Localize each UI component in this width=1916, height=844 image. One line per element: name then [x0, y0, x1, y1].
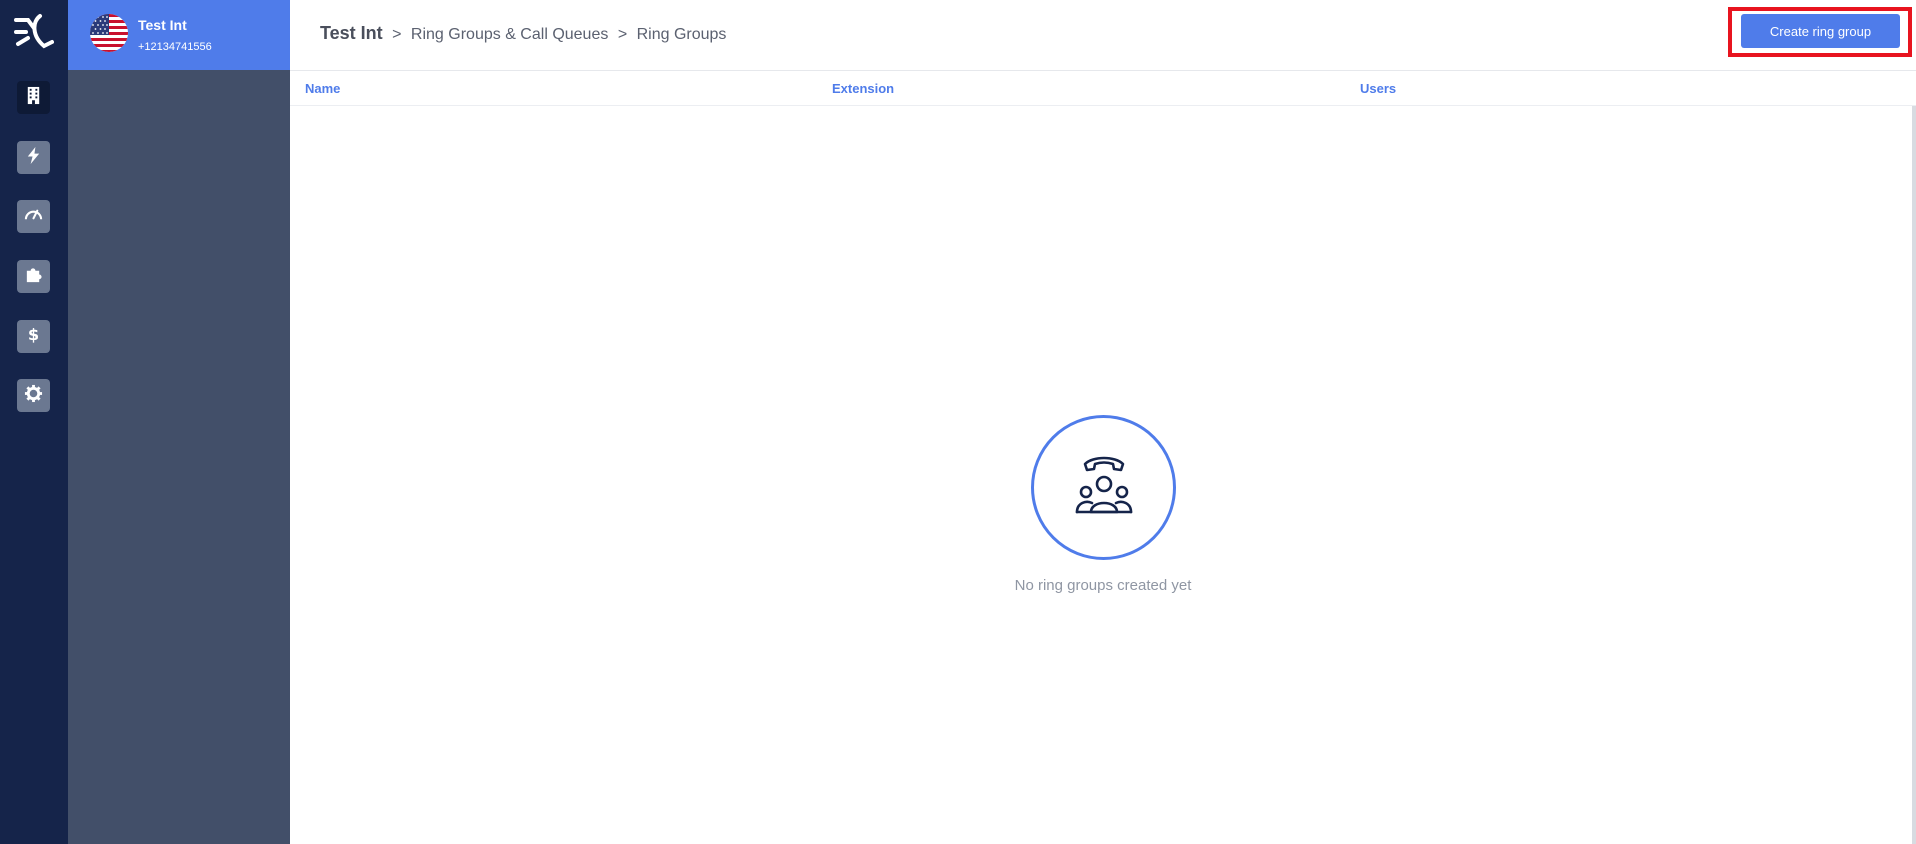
empty-state-illustration: [1031, 415, 1176, 560]
breadcrumb-separator: >: [392, 26, 402, 43]
nav-billing-button[interactable]: $: [17, 320, 50, 353]
account-selector[interactable]: Test Int +12134741556: [68, 0, 290, 70]
icon-rail: $: [0, 0, 68, 844]
breadcrumb-root[interactable]: Test Int: [320, 23, 383, 43]
breadcrumb-separator: >: [617, 26, 628, 43]
svg-text:$: $: [28, 325, 39, 344]
nav-puzzle-button[interactable]: [17, 260, 50, 293]
us-flag-icon: [90, 14, 128, 52]
page-header: Test Int > Ring Groups & Call Queues > R…: [290, 0, 1916, 71]
column-name[interactable]: Name: [305, 81, 340, 96]
nav-settings-button[interactable]: [17, 379, 50, 412]
puzzle-icon: [24, 265, 43, 289]
app-logo-icon[interactable]: [14, 12, 54, 52]
gear-icon: [24, 384, 43, 408]
scrollbar[interactable]: [1912, 106, 1916, 844]
account-panel: Test Int +12134741556: [68, 0, 290, 844]
column-extension[interactable]: Extension: [832, 81, 894, 96]
account-name: Test Int: [138, 17, 187, 33]
nav-gauge-button[interactable]: [17, 200, 50, 233]
account-phone: +12134741556: [138, 41, 212, 53]
gauge-icon: [24, 205, 43, 229]
nav-building-button[interactable]: [17, 81, 50, 114]
breadcrumb-current: Ring Groups: [636, 26, 727, 43]
nav-bolt-button[interactable]: [17, 141, 50, 174]
column-users[interactable]: Users: [1360, 81, 1396, 96]
empty-state-message: No ring groups created yet: [1014, 577, 1192, 594]
breadcrumb-section[interactable]: Ring Groups & Call Queues: [411, 26, 608, 43]
ring-group-icon: [1069, 450, 1139, 525]
breadcrumb: Test Int > Ring Groups & Call Queues > R…: [320, 23, 726, 44]
table-header: Name Extension Users: [290, 72, 1916, 106]
dollar-icon: $: [24, 325, 43, 349]
building-icon: [24, 86, 43, 110]
bolt-icon: [24, 146, 43, 170]
create-ring-group-button[interactable]: Create ring group: [1741, 14, 1900, 48]
